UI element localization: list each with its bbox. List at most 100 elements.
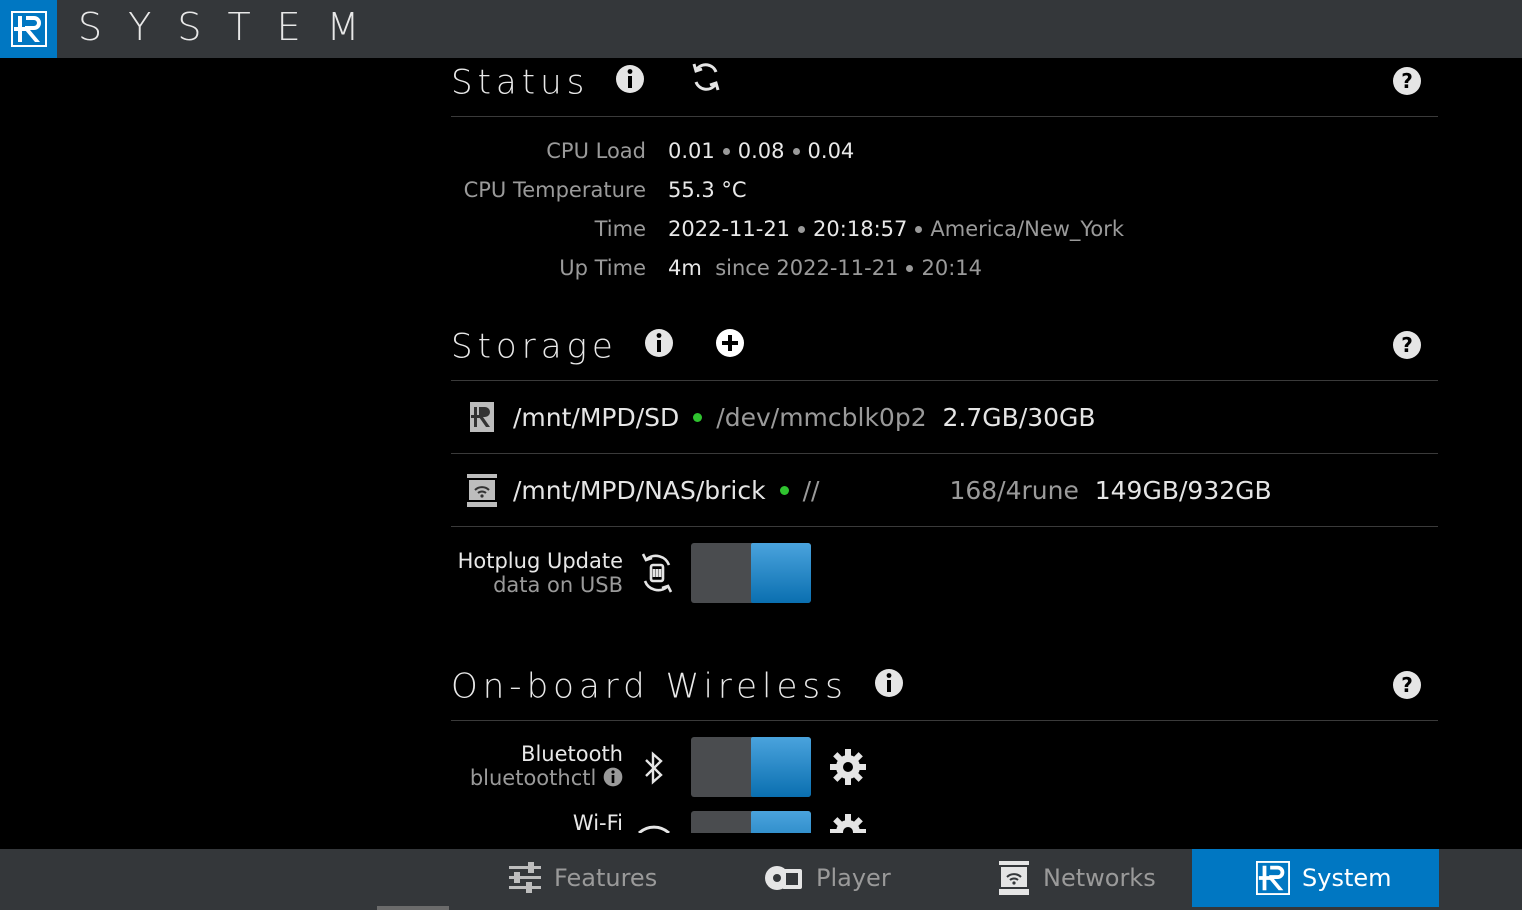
tab-player[interactable]: Player bbox=[764, 849, 891, 907]
status-help-icon[interactable]: ? bbox=[1392, 66, 1422, 100]
usb-refresh-icon bbox=[637, 551, 677, 599]
top-bar: SYSTEM bbox=[0, 0, 1522, 58]
uptime-row: Up Time 4m since 2022-11-21 20:14 bbox=[451, 248, 1438, 287]
uptime-value: 4m since 2022-11-21 20:14 bbox=[668, 256, 982, 280]
svg-text:?: ? bbox=[1401, 333, 1413, 357]
mount-source-path: 168/4rune bbox=[949, 475, 1079, 505]
svg-text:?: ? bbox=[1401, 69, 1413, 93]
bluetooth-settings-gear-icon[interactable] bbox=[829, 748, 867, 790]
mount-path: /mnt/MPD/NAS/brick bbox=[513, 475, 766, 505]
wifi-settings-gear-icon[interactable] bbox=[829, 813, 867, 833]
scrollbar-thumb[interactable] bbox=[377, 906, 449, 910]
time-row: Time 2022-11-21 20:18:57 America/New_York bbox=[451, 209, 1438, 248]
toggle-knob bbox=[751, 737, 811, 797]
time-label: Time bbox=[594, 216, 646, 241]
info-icon[interactable] bbox=[874, 664, 904, 710]
storage-mount-sd[interactable]: /mnt/MPD/SD /dev/mmcblk0p2 2.7GB/30GB bbox=[451, 381, 1438, 454]
bottom-tab-bar: Features Player Networks System bbox=[0, 849, 1522, 910]
svg-text:?: ? bbox=[1401, 673, 1413, 697]
uptime-duration: 4m bbox=[668, 255, 702, 280]
wireless-help-icon[interactable]: ? bbox=[1392, 670, 1422, 704]
hotplug-label: Hotplug Update data on USB bbox=[458, 549, 623, 597]
toggle-knob bbox=[751, 543, 811, 603]
separator-dot bbox=[722, 148, 730, 155]
player-icon bbox=[765, 866, 802, 890]
bluetooth-subtitle-text: bluetoothctl bbox=[469, 766, 597, 790]
cpu-load-1m: 0.01 bbox=[668, 138, 715, 163]
info-icon[interactable] bbox=[603, 767, 623, 792]
storage-help-icon[interactable]: ? bbox=[1392, 330, 1422, 364]
uptime-since: since 2022-11-21 bbox=[715, 255, 899, 280]
mount-usage: 149GB/932GB bbox=[1094, 475, 1272, 505]
main-content: Status ? CPU Load 0.01 0.08 0.04 CPU Tempe… bbox=[451, 58, 1438, 833]
wifi-title: Wi-Fi bbox=[572, 811, 623, 833]
tab-networks[interactable]: Networks bbox=[997, 849, 1156, 907]
rune-logo-icon[interactable] bbox=[0, 0, 57, 58]
wireless-title: On-board Wireless bbox=[451, 662, 904, 710]
toggle-knob bbox=[751, 811, 811, 833]
status-title-text: Status bbox=[451, 62, 590, 103]
bluetooth-title: Bluetooth bbox=[521, 742, 623, 766]
tab-system[interactable]: System bbox=[1192, 849, 1439, 907]
cpu-temp-value: 55.3 °C bbox=[668, 177, 747, 202]
add-storage-icon[interactable] bbox=[715, 324, 745, 370]
tab-system-label: System bbox=[1302, 864, 1392, 892]
storage-title: Storage bbox=[451, 322, 745, 370]
sd-card-icon bbox=[451, 401, 513, 433]
wifi-icon bbox=[637, 823, 671, 833]
networks-icon bbox=[999, 861, 1029, 895]
info-icon[interactable] bbox=[615, 60, 645, 106]
status-title: Status bbox=[451, 58, 723, 106]
storage-title-text: Storage bbox=[451, 326, 618, 367]
bluetooth-toggle[interactable] bbox=[691, 737, 811, 797]
separator-dot bbox=[915, 226, 923, 233]
cpu-load-value: 0.01 0.08 0.04 bbox=[668, 139, 854, 163]
bluetooth-label: Bluetooth bluetoothctl bbox=[470, 742, 623, 792]
bluetooth-row: Bluetooth bluetoothctl bbox=[451, 721, 1438, 797]
bluetooth-icon bbox=[643, 751, 665, 789]
bluetooth-subtitle: bluetoothctl bbox=[470, 766, 623, 792]
hotplug-toggle[interactable] bbox=[691, 543, 811, 603]
system-logo-icon bbox=[1256, 861, 1290, 895]
page-title: SYSTEM bbox=[78, 5, 386, 49]
hotplug-subtitle: data on USB bbox=[493, 573, 623, 597]
cpu-load-5m: 0.08 bbox=[737, 138, 785, 163]
nas-icon bbox=[451, 472, 513, 508]
mount-path: /mnt/MPD/SD bbox=[513, 402, 680, 432]
hotplug-title: Hotplug Update bbox=[457, 549, 623, 573]
status-list: CPU Load 0.01 0.08 0.04 CPU Temperature 55… bbox=[451, 117, 1438, 287]
storage-mount-nas[interactable]: /mnt/MPD/NAS/brick // 168/4rune 149GB/93… bbox=[451, 454, 1438, 527]
separator-dot bbox=[906, 265, 914, 272]
cpu-load-row: CPU Load 0.01 0.08 0.04 bbox=[451, 131, 1438, 170]
sliders-icon bbox=[509, 862, 541, 893]
mount-source: // bbox=[802, 475, 820, 505]
info-icon[interactable] bbox=[644, 324, 674, 370]
cpu-temp-label: CPU Temperature bbox=[463, 177, 646, 202]
time-clock: 20:18:57 bbox=[813, 216, 908, 241]
wireless-header: On-board Wireless ? bbox=[451, 662, 1438, 721]
mount-source: /dev/mmcblk0p2 bbox=[716, 402, 927, 432]
wifi-toggle[interactable] bbox=[691, 811, 811, 833]
refresh-icon[interactable] bbox=[689, 60, 723, 106]
cpu-load-label: CPU Load bbox=[546, 138, 646, 163]
separator-dot bbox=[792, 148, 800, 155]
time-zone: America/New_York bbox=[930, 216, 1125, 241]
wireless-title-text: On-board Wireless bbox=[451, 666, 848, 707]
tab-networks-label: Networks bbox=[1043, 864, 1156, 892]
uptime-since-time: 20:14 bbox=[921, 255, 982, 280]
storage-header: Storage ? bbox=[451, 322, 1438, 381]
tab-features-label: Features bbox=[554, 864, 658, 892]
cpu-temp-row: CPU Temperature 55.3 °C bbox=[451, 170, 1438, 209]
mount-status-dot bbox=[693, 412, 703, 422]
hotplug-row: Hotplug Update data on USB bbox=[451, 527, 1438, 627]
wifi-row: Wi-Fi bbox=[451, 793, 1438, 833]
tab-features[interactable]: Features bbox=[508, 849, 657, 907]
cpu-load-15m: 0.04 bbox=[807, 138, 855, 163]
mount-usage: 2.7GB/30GB bbox=[942, 402, 1096, 432]
time-date: 2022-11-21 bbox=[668, 216, 791, 241]
tab-player-label: Player bbox=[816, 864, 891, 892]
mount-status-dot bbox=[779, 485, 789, 495]
time-value: 2022-11-21 20:18:57 America/New_York bbox=[668, 217, 1124, 241]
separator-dot bbox=[798, 226, 806, 233]
uptime-label: Up Time bbox=[559, 255, 646, 280]
